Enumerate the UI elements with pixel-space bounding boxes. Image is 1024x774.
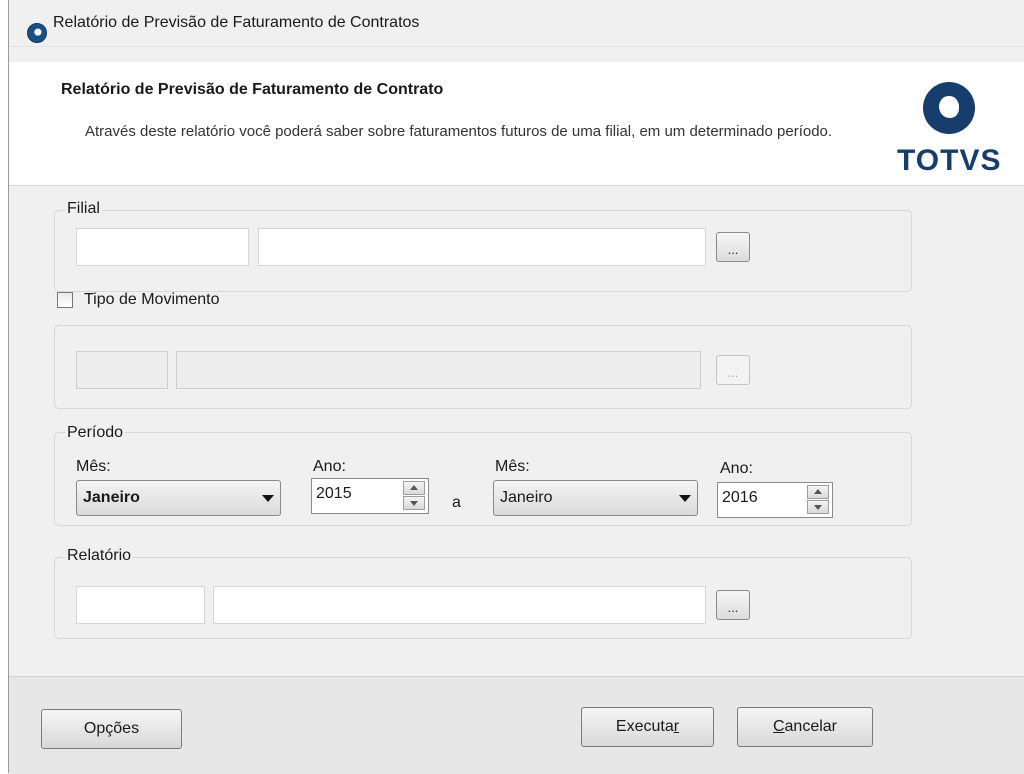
app-logo-icon [27, 23, 47, 43]
start-month-value: Janeiro [83, 489, 140, 506]
chevron-down-icon [679, 495, 691, 502]
spin-up-icon[interactable] [403, 481, 425, 495]
totvs-logo-icon [923, 82, 975, 134]
end-year-spinner[interactable]: 2016 [717, 482, 833, 518]
dialog-footer: Opções Executar Cancelar [9, 676, 1024, 774]
options-button[interactable]: Opções [41, 709, 182, 749]
tipo-movimento-lookup-button[interactable]: ... [716, 355, 750, 385]
execute-mnemonic: r [673, 718, 680, 735]
relatorio-name-input[interactable] [213, 586, 706, 624]
end-year-label: Ano: [720, 460, 753, 477]
filial-lookup-button[interactable]: ... [716, 232, 750, 262]
window-title: Relatório de Previsão de Faturamento de … [53, 14, 420, 31]
spin-down-icon[interactable] [807, 500, 829, 514]
tipo-movimento-name-input[interactable] [176, 351, 701, 389]
end-year-spin-buttons [807, 485, 829, 515]
tipo-movimento-code-input[interactable] [76, 351, 168, 389]
start-year-label: Ano: [313, 458, 346, 475]
execute-button[interactable]: Executar [581, 707, 714, 747]
relatorio-code-input[interactable] [76, 586, 205, 624]
cancel-label: ancelar [784, 718, 838, 735]
filial-code-input[interactable] [76, 228, 249, 266]
dialog-window: Relatório de Previsão de Faturamento de … [8, 0, 1024, 774]
cancel-mnemonic: C [772, 718, 785, 735]
totvs-logo: TOTVS [893, 82, 1021, 182]
relatorio-lookup-button[interactable]: ... [716, 590, 750, 620]
tipo-movimento-checkbox[interactable] [57, 292, 73, 308]
title-bar: Relatório de Previsão de Faturamento de … [9, 0, 1024, 47]
logo-text: TOTVS [897, 144, 1002, 177]
periodo-label: Período [65, 424, 126, 442]
relatorio-label: Relatório [65, 547, 134, 565]
tipo-movimento-label: Tipo de Movimento [84, 291, 220, 308]
start-month-label: Mês: [76, 458, 111, 475]
end-year-value: 2016 [722, 489, 758, 506]
start-year-spin-buttons [403, 481, 425, 511]
end-month-select[interactable]: Janeiro [493, 480, 698, 516]
filial-label: Filial [65, 200, 102, 218]
dialog-header: Relatório de Previsão de Faturamento de … [9, 62, 1024, 186]
execute-label: Executa [615, 718, 674, 735]
header-description: Através deste relatório você poderá sabe… [85, 123, 833, 140]
end-month-label: Mês: [495, 458, 530, 475]
chevron-down-icon [262, 495, 274, 502]
start-month-select[interactable]: Janeiro [76, 480, 281, 516]
header-title: Relatório de Previsão de Faturamento de … [61, 81, 444, 98]
period-separator: a [452, 494, 461, 511]
filial-name-input[interactable] [258, 228, 706, 266]
start-year-spinner[interactable]: 2015 [311, 478, 429, 514]
cancel-button[interactable]: Cancelar [737, 707, 873, 747]
start-year-value: 2015 [316, 485, 352, 502]
spin-down-icon[interactable] [403, 496, 425, 510]
spin-up-icon[interactable] [807, 485, 829, 499]
end-month-value: Janeiro [500, 489, 553, 506]
